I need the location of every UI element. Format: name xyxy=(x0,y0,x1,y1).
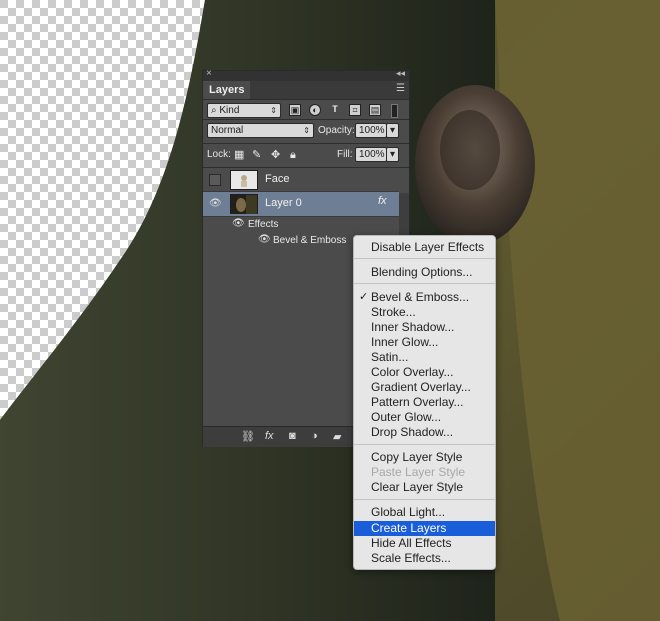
menu-separator xyxy=(354,283,495,284)
lock-position-icon[interactable]: ✥ xyxy=(271,149,280,161)
layer-thumbnail xyxy=(230,170,258,190)
layer-row-face[interactable]: Face xyxy=(203,168,399,192)
filter-kind-label: Kind xyxy=(219,105,240,116)
fill-label: Fill: xyxy=(337,149,353,160)
lock-transparent-icon[interactable]: ▦ xyxy=(234,149,244,161)
menu-item-inner-glow[interactable]: Inner Glow... xyxy=(354,335,495,350)
chevron-updown-icon: ⇕ xyxy=(303,126,310,135)
checkmark-icon: ✓ xyxy=(359,291,369,303)
menu-item-copy-layer-style[interactable]: Copy Layer Style xyxy=(354,450,495,465)
menu-separator xyxy=(354,258,495,259)
menu-item-color-overlay[interactable]: Color Overlay... xyxy=(354,365,495,380)
menu-separator xyxy=(354,444,495,445)
blend-mode-select[interactable]: Normal ⇕ xyxy=(207,123,314,138)
layer-row-layer-0[interactable]: 👁︎ Layer 0 fx xyxy=(203,192,399,217)
filter-kind-select[interactable]: ⌕ Kind ⇕ xyxy=(207,103,281,118)
fill-input[interactable]: 100% xyxy=(355,147,387,162)
add-style-icon[interactable]: fx xyxy=(265,430,274,442)
menu-item-label: Bevel & Emboss... xyxy=(371,290,470,304)
filter-shape-icon[interactable]: ⌗ xyxy=(349,104,361,116)
filter-type-icon[interactable]: T xyxy=(329,104,341,116)
panel-titlebar: × ◂◂ xyxy=(203,68,409,81)
filter-smart-object-icon[interactable]: ▤ xyxy=(369,104,381,116)
close-icon[interactable]: × xyxy=(206,68,212,79)
effect-item-label: Bevel & Emboss xyxy=(273,235,347,246)
menu-item-stroke[interactable]: Stroke... xyxy=(354,305,495,320)
opacity-label: Opacity: xyxy=(318,125,355,136)
panel-tab-row: Layers ☰ xyxy=(203,81,409,100)
layer-name: Layer 0 xyxy=(265,197,302,209)
opacity-input[interactable]: 100% xyxy=(355,123,387,138)
lock-row: Lock: ▦ ✎ ✥ 🔒︎ Fill: 100% ▾ xyxy=(203,144,409,166)
lock-brush-icon[interactable]: ✎ xyxy=(252,149,261,161)
blend-row: Normal ⇕ Opacity: 100% ▾ xyxy=(203,121,409,143)
menu-item-global-light[interactable]: Global Light... xyxy=(354,505,495,520)
menu-item-bevel-emboss[interactable]: ✓ Bevel & Emboss... xyxy=(354,290,495,305)
layer-0-thumbnail-icon xyxy=(231,195,257,214)
collapse-icon[interactable]: ◂◂ xyxy=(396,68,405,79)
blend-mode-value: Normal xyxy=(211,125,244,136)
chevron-updown-icon: ⇕ xyxy=(270,106,277,115)
menu-item-create-layers[interactable]: Create Layers xyxy=(354,521,495,536)
menu-item-blending-options[interactable]: Blending Options... xyxy=(354,265,495,280)
panel-menu-icon[interactable]: ☰ xyxy=(396,83,405,94)
add-mask-icon[interactable]: ◙ xyxy=(289,430,296,442)
menu-item-inner-shadow[interactable]: Inner Shadow... xyxy=(354,320,495,335)
visibility-toggle[interactable] xyxy=(209,174,221,186)
menu-item-satin[interactable]: Satin... xyxy=(354,350,495,365)
filter-pixel-icon[interactable]: ▣ xyxy=(289,104,301,116)
eye-icon[interactable]: 👁︎ xyxy=(258,234,271,245)
menu-item-pattern-overlay[interactable]: Pattern Overlay... xyxy=(354,395,495,410)
divider xyxy=(203,119,409,120)
tab-layers[interactable]: Layers xyxy=(203,81,251,99)
new-group-icon[interactable]: ▰ xyxy=(333,430,341,443)
layer-effects-context-menu: Disable Layer Effects Blending Options..… xyxy=(353,235,496,570)
effects-label: Effects xyxy=(248,219,279,230)
menu-item-gradient-overlay[interactable]: Gradient Overlay... xyxy=(354,380,495,395)
lock-label: Lock: xyxy=(207,149,231,160)
filter-toggle-icon[interactable] xyxy=(391,104,398,118)
effects-row[interactable]: 👁︎ Effects xyxy=(203,217,399,234)
adjustment-layer-icon[interactable]: ◑ xyxy=(311,430,318,442)
link-icon[interactable]: ⛓︎ xyxy=(241,430,255,443)
eye-icon[interactable]: 👁︎ xyxy=(209,198,222,209)
menu-item-outer-glow[interactable]: Outer Glow... xyxy=(354,410,495,425)
layer-name: Face xyxy=(265,173,290,185)
menu-item-paste-layer-style: Paste Layer Style xyxy=(371,465,466,479)
layer-thumbnail xyxy=(230,194,258,214)
search-icon: ⌕ xyxy=(211,105,217,116)
menu-item-clear-layer-style[interactable]: Clear Layer Style xyxy=(354,480,495,495)
menu-item-scale-effects[interactable]: Scale Effects... xyxy=(354,551,495,566)
menu-item-hide-all-effects[interactable]: Hide All Effects xyxy=(354,536,495,551)
menu-separator xyxy=(354,499,495,500)
fx-icon[interactable]: fx xyxy=(378,195,387,207)
lock-all-icon[interactable]: 🔒︎ xyxy=(290,149,296,161)
menu-item-drop-shadow[interactable]: Drop Shadow... xyxy=(354,425,495,440)
face-thumbnail-icon xyxy=(231,171,257,189)
opacity-dropdown-button[interactable]: ▾ xyxy=(386,123,399,138)
eye-icon[interactable]: 👁︎ xyxy=(232,218,245,229)
filter-adjustment-icon[interactable]: ◐ xyxy=(309,104,321,116)
menu-item-disable-layer-effects[interactable]: Disable Layer Effects xyxy=(354,240,495,255)
fill-dropdown-button[interactable]: ▾ xyxy=(386,147,399,162)
